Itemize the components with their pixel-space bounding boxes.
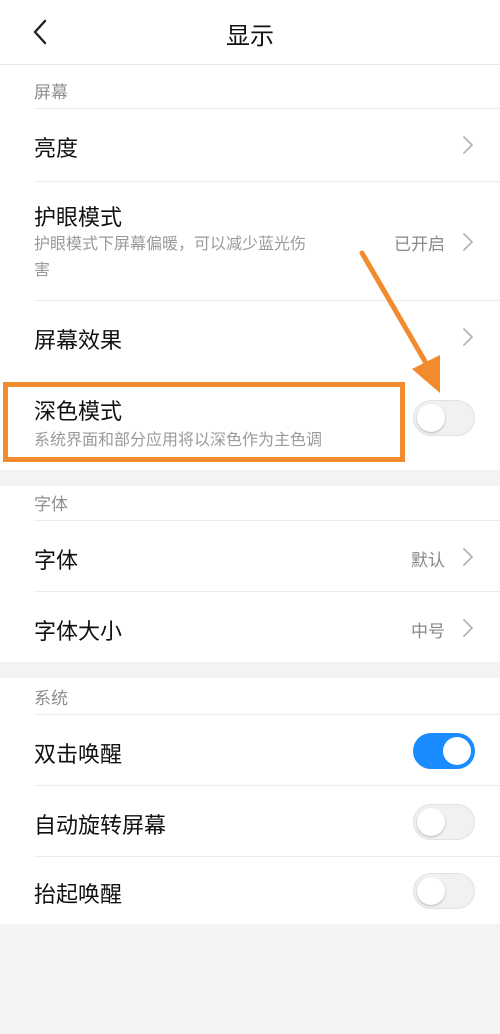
toggle-knob: [417, 404, 445, 432]
section-gap: [0, 662, 500, 678]
chevron-right-icon: [463, 233, 473, 251]
row-auto-rotate: 自动旋转屏幕: [0, 786, 500, 856]
chevron-right-icon: [463, 328, 473, 346]
row-label: 抬起唤醒: [34, 883, 123, 908]
annotation-arrow-icon: [359, 250, 440, 393]
row-subtitle-line1: 护眼模式下屏幕偏暖，可以减少蓝光伤: [34, 234, 307, 253]
toggle-knob: [417, 808, 445, 836]
row-value: 中号: [411, 622, 445, 642]
auto-rotate-toggle[interactable]: [413, 804, 475, 840]
row-subtitle-line2: 害: [34, 260, 51, 279]
row-brightness[interactable]: 亮度: [0, 109, 500, 181]
row-label: 双击唤醒: [34, 743, 123, 768]
row-label: 护眼模式: [34, 206, 123, 231]
page-title: 显示: [226, 22, 274, 50]
toggle-knob: [417, 877, 445, 905]
toggle-knob: [443, 737, 471, 765]
section-gap: [0, 470, 500, 486]
row-font-size[interactable]: 字体大小 中号: [0, 592, 500, 662]
row-label: 字体: [34, 549, 79, 574]
row-value: 默认: [411, 551, 445, 571]
double-tap-wake-toggle[interactable]: [413, 733, 475, 769]
section-label-screen: 屏幕: [34, 83, 68, 103]
row-double-tap-wake: 双击唤醒: [0, 715, 500, 785]
row-lift-to-wake: 抬起唤醒: [0, 857, 500, 924]
chevron-right-icon: [463, 548, 473, 566]
section-label-font: 字体: [34, 495, 68, 515]
row-label: 自动旋转屏幕: [34, 814, 167, 839]
row-label: 字体大小: [34, 620, 123, 645]
row-label: 屏幕效果: [34, 329, 123, 354]
lift-to-wake-toggle[interactable]: [413, 873, 475, 909]
dark-mode-toggle[interactable]: [413, 400, 475, 436]
header-bar: 显示: [0, 0, 500, 65]
row-label: 亮度: [34, 137, 79, 162]
chevron-right-icon: [463, 136, 473, 154]
row-font[interactable]: 字体 默认: [0, 521, 500, 591]
chevron-right-icon: [463, 619, 473, 637]
section-label-system: 系统: [34, 689, 68, 709]
bottom-background: [0, 924, 500, 1034]
